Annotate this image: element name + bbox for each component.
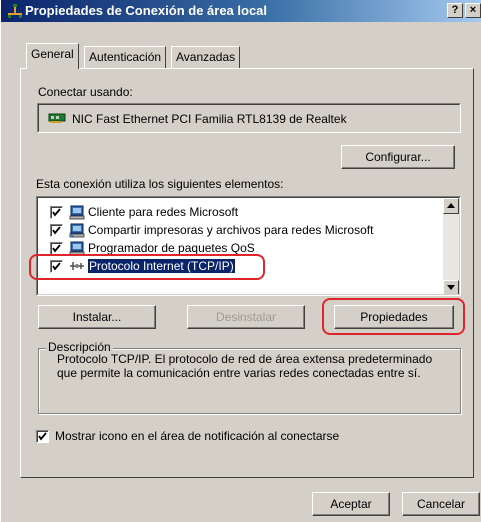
accept-button[interactable]: Aceptar (312, 492, 390, 516)
properties-dialog: Propiedades de Conexión de área local ? … (0, 0, 481, 522)
scroll-up-icon[interactable] (443, 198, 459, 214)
list-item-label: Programador de paquetes QoS (88, 241, 255, 255)
list-item-label: Protocolo Internet (TCP/IP) (88, 259, 235, 273)
checkbox[interactable] (50, 205, 63, 219)
network-client-icon (69, 205, 85, 220)
list-item-label: Cliente para redes Microsoft (88, 205, 239, 219)
list-item[interactable]: Programador de paquetes QoS (50, 239, 255, 257)
adapter-name: NIC Fast Ethernet PCI Familia RTL8139 de… (72, 112, 347, 126)
checkbox[interactable] (50, 241, 63, 255)
checkbox[interactable] (50, 259, 63, 273)
network-card-icon (48, 113, 66, 123)
checkmark-icon (52, 261, 61, 271)
protocol-icon (70, 262, 84, 270)
uninstall-button[interactable]: Desinstalar (187, 305, 305, 329)
configure-button[interactable]: Configurar... (341, 145, 455, 169)
checkmark-icon (38, 431, 47, 441)
qos-scheduler-icon (69, 241, 85, 256)
list-item-selected[interactable]: Protocolo Internet (TCP/IP) (50, 257, 235, 275)
install-button[interactable]: Instalar... (38, 305, 156, 329)
checkbox[interactable] (50, 223, 63, 237)
show-icon-checkbox[interactable] (36, 429, 49, 443)
cancel-button[interactable]: Cancelar (402, 492, 480, 516)
checkmark-icon (52, 207, 61, 217)
file-printer-sharing-icon (69, 223, 85, 238)
list-item[interactable]: Cliente para redes Microsoft (50, 203, 238, 221)
list-scrollbar[interactable] (443, 198, 459, 294)
components-label: Esta conexión utiliza los siguientes ele… (36, 177, 284, 191)
description-text: Protocolo TCP/IP. El protocolo de red de… (57, 352, 433, 380)
checkmark-icon (52, 243, 61, 253)
checkmark-icon (52, 225, 61, 235)
properties-button[interactable]: Propiedades (334, 305, 454, 329)
scroll-down-icon[interactable] (443, 280, 459, 294)
show-icon-option[interactable]: Mostrar icono en el área de notificación… (36, 429, 339, 443)
components-list[interactable]: Cliente para redes Microsoft Compartir i… (36, 196, 461, 296)
adapter-field: NIC Fast Ethernet PCI Familia RTL8139 de… (37, 103, 461, 133)
list-item-label: Compartir impresoras y archivos para red… (88, 223, 374, 237)
list-item[interactable]: Compartir impresoras y archivos para red… (50, 221, 373, 239)
show-icon-label: Mostrar icono en el área de notificación… (55, 429, 340, 443)
connect-using-label: Conectar usando: (38, 85, 133, 99)
